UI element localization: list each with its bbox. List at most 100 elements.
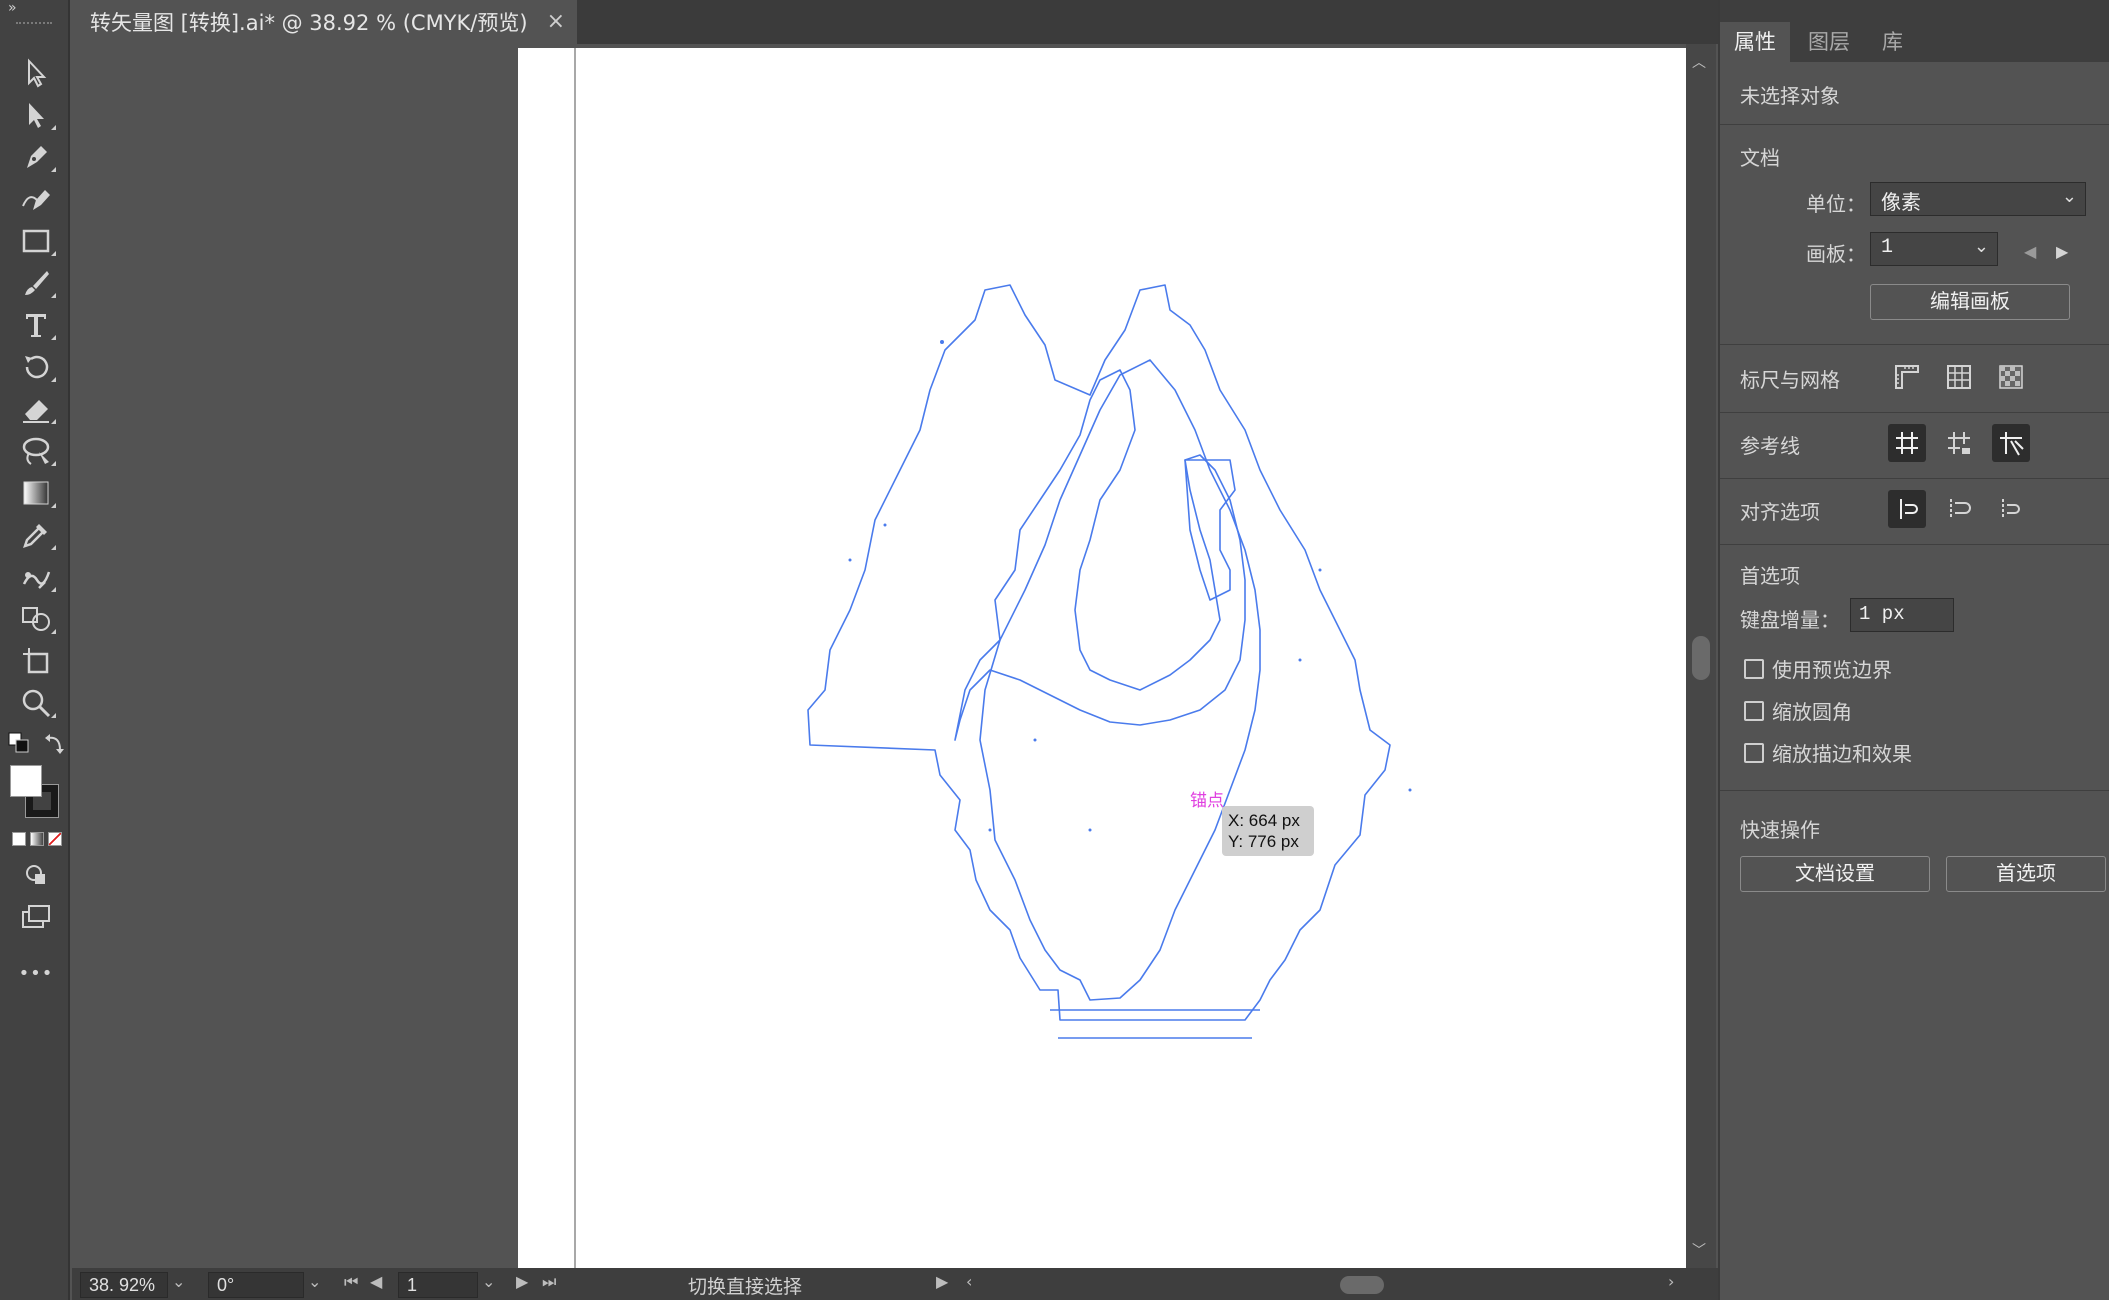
grid-toggle[interactable]: [1940, 358, 1978, 396]
tool-group-indicator: [51, 377, 56, 382]
zoom-field[interactable]: 38. 92%: [80, 1272, 168, 1298]
use-preview-bounds-checkbox[interactable]: 使用预览边界: [1744, 654, 1892, 683]
first-artboard-icon[interactable]: ⏮: [344, 1272, 358, 1292]
document-tab[interactable]: 转矢量图 [转换].ai* @ 38.92 % (CMYK/预览) ×: [72, 0, 577, 44]
color-mode-button[interactable]: [12, 832, 26, 846]
align-point-icon: [1950, 499, 1971, 519]
tool-group-indicator: [51, 545, 56, 550]
next-artboard-icon[interactable]: ▶: [2056, 242, 2068, 261]
lock-guides-icon: [1948, 432, 1970, 454]
divider: [1720, 790, 2109, 791]
inner-path: [954, 369, 1246, 741]
grid-icon: [1947, 365, 1971, 389]
puppet-warp-tool[interactable]: [16, 560, 56, 594]
anchor-point-label: 锚点: [1190, 791, 1224, 811]
chevron-down-icon: ⌄: [2061, 186, 2077, 207]
pen-tool[interactable]: [16, 140, 56, 174]
lasso-tool[interactable]: [16, 434, 56, 468]
scale-strokes-effects-checkbox[interactable]: 缩放描边和效果: [1744, 738, 1912, 767]
preferences-heading: 首选项: [1740, 564, 1800, 588]
transparency-grid-toggle[interactable]: [1992, 358, 2030, 396]
artboard-select[interactable]: 1 ⌄: [1870, 232, 1998, 266]
gradient-tool[interactable]: [16, 476, 56, 510]
screen-mode-button[interactable]: [16, 900, 56, 934]
collapse-toolbar-button[interactable]: »: [8, 0, 17, 16]
gradient-mode-button[interactable]: [30, 832, 44, 846]
next-artboard-icon[interactable]: ▶: [516, 1272, 528, 1291]
eyedropper-tool[interactable]: [16, 518, 56, 552]
eraser-tool[interactable]: [16, 392, 56, 426]
divider: [1720, 344, 2109, 345]
default-fill-stroke-button[interactable]: [6, 730, 32, 756]
shape-builder-tool[interactable]: [16, 602, 56, 636]
tool-group-indicator: [51, 587, 56, 592]
keyboard-increment-input[interactable]: 1 px: [1850, 598, 1954, 632]
zoom-tool[interactable]: [16, 686, 56, 720]
edit-toolbar-button[interactable]: •••: [16, 956, 56, 990]
rotate-tool[interactable]: [16, 350, 56, 384]
previous-artboard-icon[interactable]: ◀: [2024, 242, 2036, 261]
gradient-icon: [23, 481, 49, 505]
horizontal-scrollbar[interactable]: [1032, 1276, 1732, 1294]
selection-tool[interactable]: [16, 56, 56, 90]
fill-stroke-swatches[interactable]: [10, 765, 62, 821]
stray-anchor-dots: [848, 340, 1412, 832]
scroll-right-icon[interactable]: ›: [1668, 1272, 1674, 1291]
snap-to-glyph-toggle[interactable]: [1992, 490, 2030, 528]
transparency-grid-icon: [1999, 365, 2023, 389]
checkbox-box[interactable]: [1744, 742, 1764, 763]
rulers-toggle[interactable]: [1888, 358, 1926, 396]
artboard-number-field[interactable]: 1: [398, 1272, 478, 1298]
vertical-scrollbar[interactable]: ︿ ﹀: [1686, 44, 1716, 1268]
rotation-dropdown-icon[interactable]: ⌄: [308, 1272, 321, 1291]
align-to-pixel-grid-toggle[interactable]: [1888, 490, 1926, 528]
guides-icon: [1896, 432, 1918, 454]
scale-corners-checkbox[interactable]: 缩放圆角: [1744, 696, 1852, 725]
tool-group-indicator: [51, 713, 56, 718]
checkbox-label: 缩放描边和效果: [1772, 742, 1912, 766]
rectangle-tool[interactable]: [16, 224, 56, 258]
last-artboard-icon[interactable]: ⏭: [542, 1272, 556, 1292]
checkbox-box[interactable]: [1744, 700, 1764, 721]
units-select[interactable]: 像素 ⌄: [1870, 182, 2086, 216]
traced-vector-artwork[interactable]: [790, 270, 1510, 1050]
tool-group-indicator: [51, 629, 56, 634]
scroll-up-icon[interactable]: ︿: [1692, 52, 1706, 72]
artboard-dropdown-icon[interactable]: ⌄: [482, 1272, 495, 1291]
tab-libraries[interactable]: 库: [1868, 22, 1917, 62]
tab-layers[interactable]: 图层: [1794, 22, 1864, 62]
edit-artboards-button[interactable]: 编辑画板: [1870, 284, 2070, 320]
checkbox-label: 使用预览边界: [1772, 658, 1892, 682]
show-guides-toggle[interactable]: [1888, 424, 1926, 462]
align-to-point-toggle[interactable]: [1940, 490, 1978, 528]
none-mode-button[interactable]: [48, 832, 62, 846]
tab-properties[interactable]: 属性: [1720, 22, 1790, 62]
preferences-button[interactable]: 首选项: [1946, 856, 2106, 892]
no-selection-label: 未选择对象: [1740, 84, 1840, 108]
ruler-icon: [1895, 365, 1919, 389]
direct-selection-tool[interactable]: [16, 98, 56, 132]
rotation-field[interactable]: 0°: [208, 1272, 304, 1298]
curvature-tool[interactable]: [16, 182, 56, 216]
artboard-tool[interactable]: [16, 644, 56, 678]
toolbar-grip[interactable]: [16, 22, 52, 26]
document-setup-button[interactable]: 文档设置: [1740, 856, 1930, 892]
close-tab-icon[interactable]: ×: [547, 9, 565, 34]
fill-swatch[interactable]: [10, 765, 42, 797]
type-tool[interactable]: [16, 308, 56, 342]
paintbrush-tool[interactable]: [16, 266, 56, 300]
lock-guides-toggle[interactable]: [1940, 424, 1978, 462]
vertical-scroll-thumb[interactable]: [1692, 636, 1710, 680]
smart-guides-toggle[interactable]: [1992, 424, 2030, 462]
checkbox-box[interactable]: [1744, 658, 1764, 679]
zoom-dropdown-icon[interactable]: ⌄: [172, 1272, 185, 1291]
draw-mode-button[interactable]: [16, 858, 56, 892]
status-menu-icon[interactable]: ▶: [936, 1272, 948, 1291]
horizontal-scroll-thumb[interactable]: [1340, 1276, 1384, 1294]
scroll-down-icon[interactable]: ﹀: [1692, 1240, 1706, 1260]
previous-artboard-icon[interactable]: ◀: [370, 1272, 382, 1291]
scroll-left-icon[interactable]: ‹: [966, 1272, 972, 1291]
chevron-down-icon: ⌄: [1973, 238, 1989, 258]
swap-fill-stroke-button[interactable]: [42, 730, 68, 756]
vertical-guide[interactable]: [574, 48, 576, 1268]
